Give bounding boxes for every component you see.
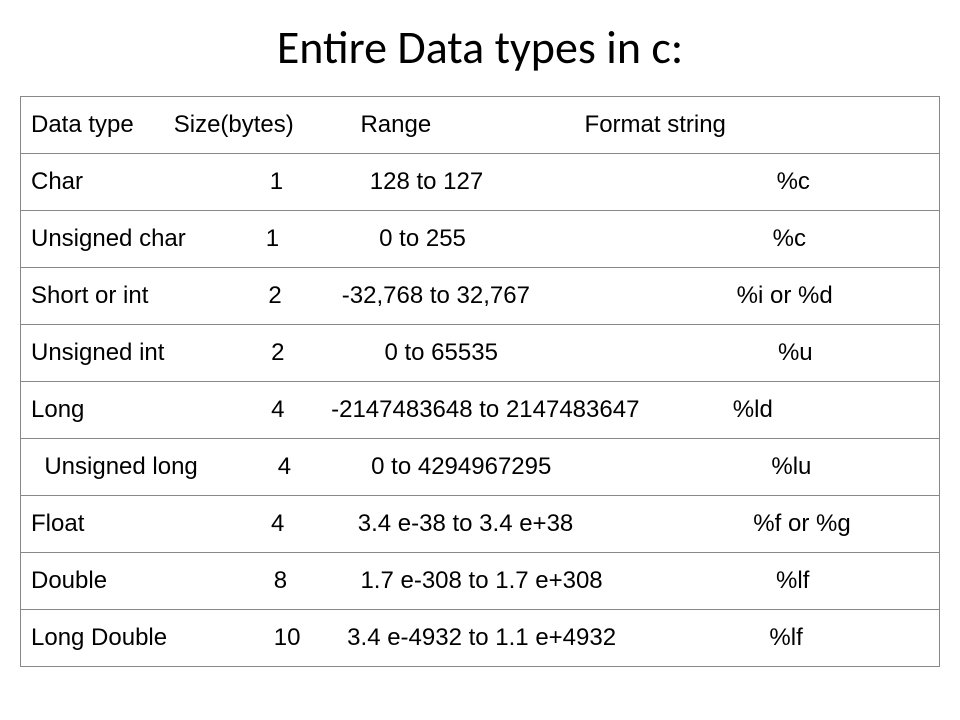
table-header-cell: Data type Size(bytes) Range Format strin… — [21, 97, 940, 154]
table-row: Short or int 2 -32,768 to 32,767 %i or %… — [21, 268, 940, 325]
table-row: Unsigned int 2 0 to 65535 %u — [21, 325, 940, 382]
table-row: Unsigned long 4 0 to 4294967295 %lu — [21, 439, 940, 496]
table-cell: Char 1 128 to 127 %c — [21, 154, 940, 211]
data-types-table: Data type Size(bytes) Range Format strin… — [20, 96, 940, 667]
table-cell: Unsigned int 2 0 to 65535 %u — [21, 325, 940, 382]
table-cell: Double 8 1.7 e-308 to 1.7 e+308 %lf — [21, 553, 940, 610]
table-cell: Unsigned char 1 0 to 255 %c — [21, 211, 940, 268]
table-row: Unsigned char 1 0 to 255 %c — [21, 211, 940, 268]
table-row: Float 4 3.4 e-38 to 3.4 e+38 %f or %g — [21, 496, 940, 553]
table-cell: Unsigned long 4 0 to 4294967295 %lu — [21, 439, 940, 496]
table-header-row: Data type Size(bytes) Range Format strin… — [21, 97, 940, 154]
table-cell: Long Double 10 3.4 e-4932 to 1.1 e+4932 … — [21, 610, 940, 667]
table-cell: Long 4 -2147483648 to 2147483647 %ld — [21, 382, 940, 439]
table-cell: Short or int 2 -32,768 to 32,767 %i or %… — [21, 268, 940, 325]
table-row: Long Double 10 3.4 e-4932 to 1.1 e+4932 … — [21, 610, 940, 667]
table-row: Double 8 1.7 e-308 to 1.7 e+308 %lf — [21, 553, 940, 610]
table-cell: Float 4 3.4 e-38 to 3.4 e+38 %f or %g — [21, 496, 940, 553]
table-row: Char 1 128 to 127 %c — [21, 154, 940, 211]
page-title: Entire Data types in c: — [20, 20, 940, 76]
table-row: Long 4 -2147483648 to 2147483647 %ld — [21, 382, 940, 439]
